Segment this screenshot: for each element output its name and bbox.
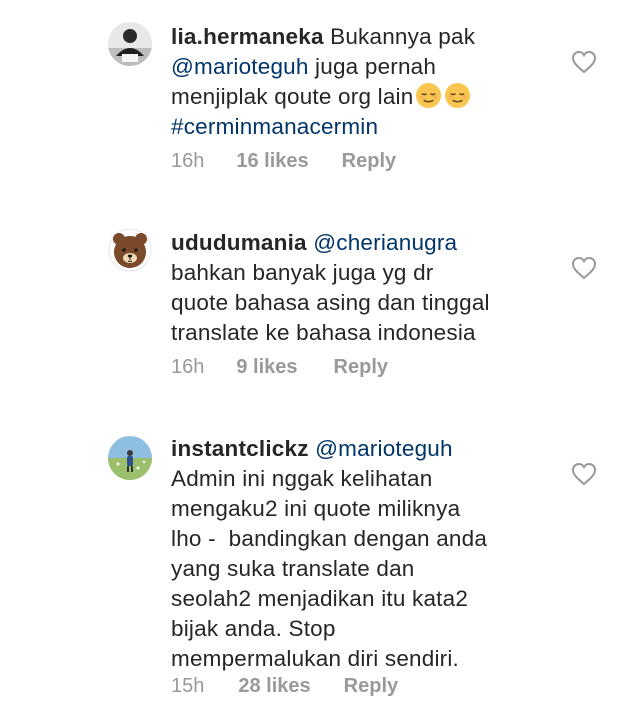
comment-text: ududumania @cherianugra bahkan banyak ju…: [171, 228, 561, 348]
avatar[interactable]: [108, 436, 152, 480]
mention-link[interactable]: @cherianugra: [313, 230, 457, 255]
comment-timestamp: 16h: [171, 150, 205, 172]
comment-timestamp: 16h: [171, 356, 205, 378]
hashtag-link[interactable]: #cerminmanacermin: [171, 114, 378, 139]
comment-username[interactable]: ududumania: [171, 230, 307, 255]
comment-meta: 16h 9 likes Reply: [171, 356, 388, 379]
comment-text: instantclickz @marioteguh Admin ini ngga…: [171, 434, 561, 674]
relieved-face-emoji-icon: [416, 82, 442, 109]
comment-meta: 16h 16 likes Reply: [171, 150, 396, 173]
comment-meta: 15h 28 likes Reply: [171, 675, 398, 698]
comment-username[interactable]: instantclickz: [171, 436, 309, 461]
bear-avatar-icon: [108, 228, 152, 272]
reply-button[interactable]: Reply: [344, 675, 398, 698]
comment-timestamp: 15h: [171, 675, 205, 697]
avatar[interactable]: [108, 228, 152, 272]
comment-body: Admin ini nggak kelihatan mengaku2 ini q…: [171, 466, 488, 671]
comment-body: bahkan banyak juga yg dr quote bahasa as…: [171, 260, 490, 345]
heart-outline-icon[interactable]: [571, 50, 597, 74]
user-photo-avatar-icon: [108, 22, 152, 66]
landscape-photo-avatar-icon: [108, 436, 152, 480]
mention-link[interactable]: @marioteguh: [315, 436, 453, 461]
avatar[interactable]: [108, 22, 152, 66]
relieved-face-emoji-icon: [445, 82, 471, 109]
likes-count-link[interactable]: 16 likes: [236, 150, 308, 173]
likes-count-link[interactable]: 9 likes: [236, 356, 297, 379]
reply-button[interactable]: Reply: [334, 356, 388, 379]
comment-text: lia.hermaneka Bukannya pak @marioteguh j…: [171, 22, 561, 142]
likes-count-link[interactable]: 28 likes: [238, 675, 310, 698]
comment-body: Bukannya pak: [323, 24, 476, 49]
heart-outline-icon[interactable]: [571, 462, 597, 486]
comment-username[interactable]: lia.hermaneka: [171, 24, 324, 49]
mention-link[interactable]: @marioteguh: [171, 54, 309, 79]
reply-button[interactable]: Reply: [342, 150, 396, 173]
heart-outline-icon[interactable]: [571, 256, 597, 280]
